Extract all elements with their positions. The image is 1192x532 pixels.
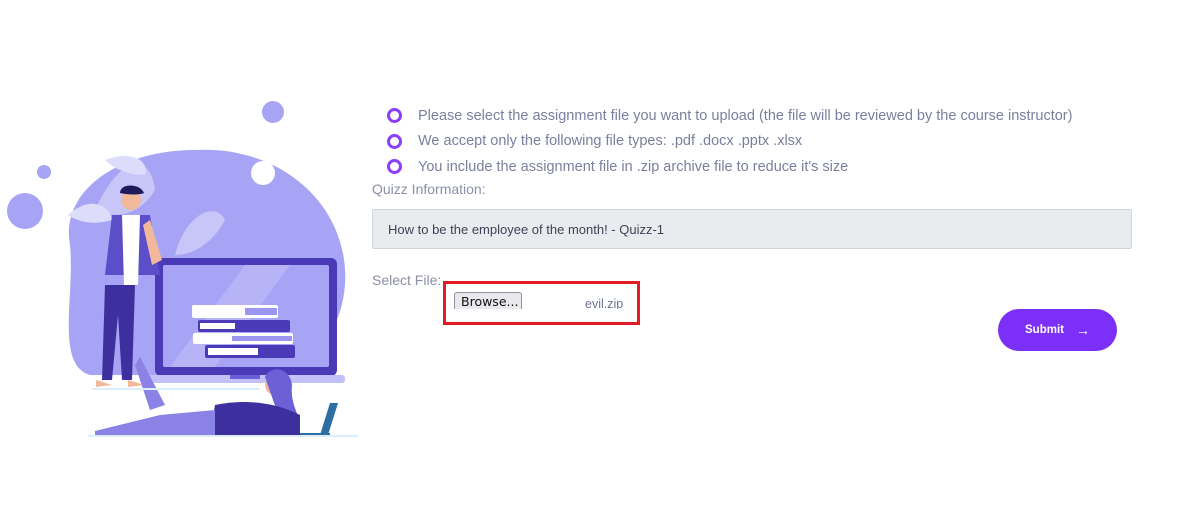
quiz-info-value: How to be the employee of the month! - Q… [388, 221, 665, 237]
circle-bullet-icon [387, 108, 402, 124]
circle-bullet-icon [387, 133, 402, 149]
instruction-text: You include the assignment file in .zip … [418, 158, 849, 175]
decor-circle [262, 101, 284, 123]
submit-label: Submit [1025, 324, 1064, 336]
decor-circle [251, 161, 275, 185]
quiz-info-label: Quizz Information: [372, 181, 486, 197]
list-item: We accept only the following file types:… [386, 129, 1072, 155]
list-item: You include the assignment file in .zip … [386, 154, 1072, 180]
hero-illustration [7, 101, 358, 437]
arrow-right-icon: → [1075, 322, 1090, 338]
browse-button[interactable]: Browse... [454, 292, 522, 309]
instructions-list: Please select the assignment file you wa… [386, 103, 1072, 180]
instruction-text: Please select the assignment file you wa… [418, 107, 1073, 124]
decor-circle [37, 165, 51, 179]
decor-circle [7, 193, 43, 229]
quiz-info-field: How to be the employee of the month! - Q… [372, 209, 1132, 249]
select-file-label: Select File: [372, 272, 442, 288]
submit-button[interactable]: Submit → [998, 309, 1117, 351]
instruction-text: We accept only the following file types:… [418, 133, 803, 150]
circle-bullet-icon [387, 159, 402, 175]
selected-file-name: evil.zip [585, 297, 624, 309]
list-item: Please select the assignment file you wa… [386, 103, 1072, 129]
